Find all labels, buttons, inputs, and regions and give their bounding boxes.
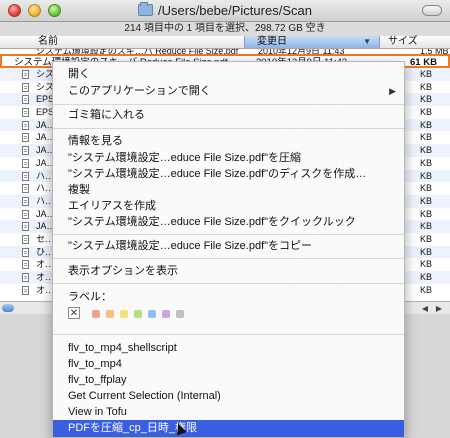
submenu-arrow-icon: ▶ (389, 86, 396, 96)
menu-separator (53, 128, 404, 129)
menu-item-make-alias[interactable]: エイリアスを作成 (53, 198, 404, 215)
label-color-swatch[interactable] (148, 310, 156, 318)
menu-item-label: View in Tofu (68, 406, 127, 418)
column-name[interactable]: 名前 (38, 36, 58, 48)
label-color-swatch[interactable] (92, 310, 100, 318)
file-size: KB (420, 246, 433, 257)
column-date-label: 変更日 (257, 36, 287, 47)
title-bar: /Users/bebe/Pictures/Scan (0, 0, 450, 22)
file-size: KB (420, 183, 433, 194)
menu-item-label: flv_to_mp4 (68, 358, 122, 370)
menu-separator (53, 104, 404, 105)
menu-label-title: ラベル： (68, 291, 112, 303)
label-color-swatch[interactable] (134, 310, 142, 318)
column-size[interactable]: サイズ (388, 36, 418, 48)
file-size: KB (420, 259, 433, 270)
pdf-file-icon (22, 260, 29, 270)
pdf-file-icon (22, 158, 29, 168)
file-size: KB (420, 272, 433, 282)
menu-separator (53, 334, 404, 335)
file-size: KB (420, 221, 433, 232)
scroll-right-arrow-icon[interactable]: ▶ (436, 304, 442, 313)
menu-item-copy[interactable]: "システム環境設定…educe File Size.pdf"をコピー (53, 238, 404, 255)
menu-item-service[interactable]: flv_to_mp4_shellscript (53, 340, 404, 357)
menu-item-burn[interactable]: "システム環境設定…educe File Size.pdf"のディスクを作成… (53, 166, 404, 183)
column-header: 名前 変更日 ▼ サイズ (0, 36, 450, 49)
sort-descending-icon: ▼ (363, 37, 371, 46)
menu-item-label: このアプリケーションで開く (68, 85, 211, 97)
file-size: KB (420, 132, 433, 143)
menu-item-duplicate[interactable]: 複製 (53, 182, 404, 199)
file-size: KB (420, 170, 433, 181)
menu-item-service[interactable]: flv_to_ffplay (53, 372, 404, 389)
pdf-file-icon (22, 222, 29, 232)
pdf-file-icon (22, 247, 29, 257)
menu-item-open-with[interactable]: このアプリケーションで開く ▶ (53, 83, 404, 100)
pdf-file-icon (22, 196, 29, 206)
menu-item-trash[interactable]: ゴミ箱に入れる (53, 107, 404, 124)
file-size: KB (420, 107, 433, 118)
scroll-left-arrow-icon[interactable]: ◀ (422, 304, 428, 313)
pdf-file-icon (22, 133, 29, 143)
context-menu: 開く このアプリケーションで開く ▶ ゴミ箱に入れる 情報を見る "システム環境… (52, 61, 405, 438)
pdf-file-icon (22, 209, 29, 219)
folder-icon (138, 2, 154, 16)
pdf-file-icon (22, 70, 29, 79)
menu-item-service[interactable]: flv_to_mp4 (53, 356, 404, 373)
file-size: KB (420, 81, 433, 92)
pdf-file-icon (22, 273, 29, 282)
file-size: KB (420, 119, 433, 130)
file-size: KB (420, 284, 433, 295)
pdf-file-icon (22, 184, 29, 194)
menu-separator (53, 234, 404, 235)
pdf-file-icon (22, 108, 29, 118)
menu-item-view-options[interactable]: 表示オプションを表示 (53, 263, 404, 280)
menu-item-service[interactable]: PDFを圧縮_cp_日時_権限 (53, 420, 404, 437)
menu-item-compress[interactable]: "システム環境設定…educe File Size.pdf"を圧縮 (53, 150, 404, 167)
label-picker: ✕ (68, 307, 268, 321)
pdf-file-icon (22, 171, 29, 181)
menu-item-service[interactable]: View in Tofu (53, 404, 404, 421)
menu-item-label: flv_to_mp4_shellscript (68, 342, 177, 354)
toolbar-toggle-button[interactable] (422, 5, 442, 16)
label-color-swatch[interactable] (106, 310, 114, 318)
menu-separator (53, 283, 404, 284)
pdf-file-icon (22, 285, 29, 295)
pdf-file-icon (22, 234, 29, 244)
file-size: KB (420, 94, 433, 105)
label-color-swatch[interactable] (120, 310, 128, 318)
label-none-icon[interactable]: ✕ (68, 307, 80, 319)
label-color-swatch[interactable] (162, 310, 170, 318)
file-size: KB (420, 195, 433, 206)
pdf-file-icon (22, 120, 29, 130)
menu-item-quick-look[interactable]: "システム環境設定…educe File Size.pdf"をクイックルック (53, 214, 404, 231)
file-size: KB (420, 157, 433, 168)
menu-item-get-info[interactable]: 情報を見る (53, 133, 404, 150)
window-title-text: /Users/bebe/Pictures/Scan (158, 3, 312, 18)
pdf-file-icon (22, 82, 29, 92)
file-size: KB (420, 233, 433, 244)
file-size: KB (420, 69, 433, 79)
window-title: /Users/bebe/Pictures/Scan (0, 2, 450, 18)
scroll-thumb[interactable] (2, 304, 14, 312)
file-size: KB (420, 145, 433, 156)
menu-separator (53, 258, 404, 259)
pdf-file-icon (22, 146, 29, 156)
column-date[interactable]: 変更日 ▼ (244, 36, 380, 48)
menu-item-service[interactable]: Get Current Selection (Internal) (53, 388, 404, 405)
label-color-swatch[interactable] (176, 310, 184, 318)
status-bar: 214 項目中の 1 項目を選択、298.72 GB 空き (0, 22, 450, 36)
menu-item-label: Get Current Selection (Internal) (68, 390, 221, 402)
menu-item-open[interactable]: 開く (53, 66, 404, 83)
file-size: KB (420, 208, 433, 219)
pdf-file-icon (22, 95, 29, 105)
menu-item-label: flv_to_ffplay (68, 374, 127, 386)
